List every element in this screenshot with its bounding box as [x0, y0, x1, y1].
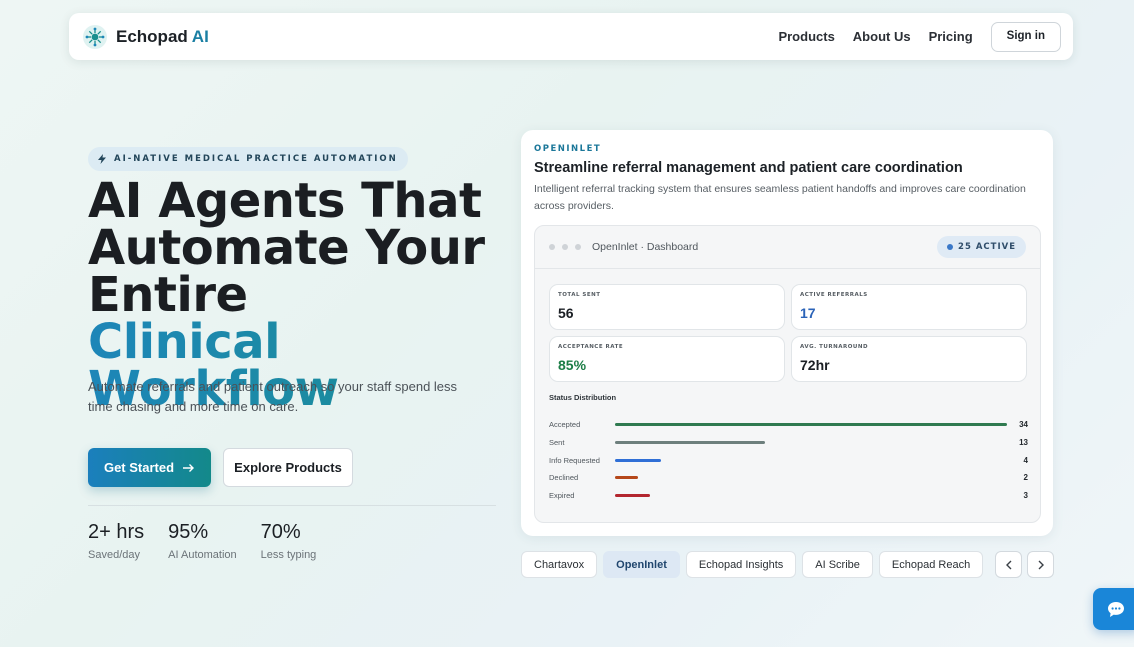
product-card: OPENINLET Streamline referral management… — [521, 130, 1053, 536]
tab-echopad-reach[interactable]: Echopad Reach — [878, 551, 984, 578]
hero-title-line-2: Automate Your — [88, 220, 485, 276]
logo-icon — [83, 24, 107, 49]
status-count: 13 — [1019, 438, 1028, 448]
product-description: Intelligent referral tracking system tha… — [534, 183, 1026, 212]
status-track — [615, 492, 1007, 500]
window-dot — [562, 244, 568, 250]
metric-label: ACCEPTANCE RATE — [558, 344, 624, 350]
dashboard-preview: OpenInlet · Dashboard 25 ACTIVE TOTAL SE… — [534, 225, 1041, 523]
status-label: Accepted — [549, 420, 581, 430]
status-track — [615, 474, 1007, 482]
top-navbar: Echopad AI Products About Us Pricing Sign… — [69, 13, 1073, 60]
metric-card: AVG. TURNAROUND 72hr — [791, 336, 1027, 382]
status-track — [615, 439, 1007, 447]
nav-link-pricing[interactable]: Pricing — [929, 29, 973, 44]
dashboard-header: OpenInlet · Dashboard 25 ACTIVE — [535, 226, 1040, 269]
status-row: Declined 2 — [549, 469, 1028, 487]
metric-value: 85% — [558, 357, 587, 373]
get-started-label: Get Started — [103, 460, 175, 475]
carousel-next-button[interactable] — [1027, 551, 1054, 578]
stat-value: 70% — [260, 521, 301, 543]
status-track — [615, 456, 1007, 464]
metric-label: AVG. TURNAROUND — [800, 344, 869, 350]
status-track — [615, 421, 1007, 429]
hero-title-line-1: AI Agents That — [88, 173, 482, 229]
nav-link-about-us[interactable]: About Us — [853, 29, 911, 44]
status-distribution-title: Status Distribution — [549, 393, 617, 402]
lightning-icon — [98, 154, 106, 164]
status-label: Declined — [549, 473, 579, 483]
hero-divider — [88, 505, 496, 506]
brand-logo[interactable]: Echopad AI — [83, 24, 209, 49]
tab-chartavox[interactable]: Chartavox — [521, 551, 598, 578]
metric-card: TOTAL SENT 56 — [549, 284, 785, 330]
metric-card: ACTIVE REFERRALS 17 — [791, 284, 1027, 330]
status-bar — [615, 494, 650, 498]
metric-label: TOTAL SENT — [558, 292, 601, 298]
status-row: Accepted 34 — [549, 416, 1028, 434]
status-bar — [615, 441, 765, 445]
stat-value: 2+ hrs — [88, 521, 145, 543]
metric-value: 17 — [800, 305, 816, 321]
nav-links: Products About Us Pricing Sign in — [778, 21, 1061, 52]
carousel-arrows — [995, 551, 1054, 578]
active-badge: 25 ACTIVE — [937, 236, 1026, 258]
status-bar — [615, 458, 662, 462]
status-bar — [615, 476, 639, 480]
nav-link-products[interactable]: Products — [778, 29, 834, 44]
status-dot-icon — [947, 244, 954, 250]
window-dot — [549, 244, 555, 250]
window-dot — [575, 244, 581, 250]
status-distribution-list: Accepted 34 Sent 13 Info Requested 4 Declined 2… — [549, 416, 1028, 504]
status-label: Expired — [549, 491, 575, 501]
status-count: 2 — [1023, 473, 1028, 483]
metric-value: 72hr — [800, 357, 830, 373]
status-count: 3 — [1023, 491, 1028, 501]
stat-label: AI Automation — [168, 549, 237, 561]
chat-button[interactable] — [1093, 588, 1134, 630]
chat-bubble-icon — [1108, 601, 1124, 617]
arrow-right-icon — [183, 463, 195, 472]
explore-products-button[interactable]: Explore Products — [223, 448, 353, 487]
stat-label: Less typing — [260, 549, 317, 561]
brand-accent: AI — [191, 26, 209, 46]
brand-name: Echopad AI — [116, 27, 209, 47]
hero-badge: AI-NATIVE MEDICAL PRACTICE AUTOMATION — [88, 147, 408, 171]
status-count: 34 — [1019, 420, 1028, 430]
metric-label: ACTIVE REFERRALS — [800, 292, 868, 298]
metric-value: 56 — [558, 305, 574, 321]
tab-echopad-insights[interactable]: Echopad Insights — [685, 551, 797, 578]
stat-item: 70% Less typing — [261, 521, 317, 561]
status-row: Info Requested 4 — [549, 451, 1028, 469]
status-row: Expired 3 — [549, 487, 1028, 505]
stat-item: 2+ hrs Saved/day — [88, 521, 144, 561]
carousel-prev-button[interactable] — [995, 551, 1022, 578]
product-tag: OPENINLET — [534, 144, 602, 154]
status-row: Sent 13 — [549, 434, 1028, 452]
metric-card: ACCEPTANCE RATE 85% — [549, 336, 785, 382]
hero-badge-text: AI-NATIVE MEDICAL PRACTICE AUTOMATION — [114, 154, 398, 164]
status-bar — [615, 423, 1007, 427]
brand-text: Echopad — [116, 26, 188, 46]
hero-subtitle: Automate referrals and patient outreach … — [88, 379, 458, 414]
tab-openinlet[interactable]: OpenInlet — [603, 551, 680, 578]
stat-label: Saved/day — [88, 549, 140, 561]
status-count: 4 — [1023, 455, 1028, 465]
stat-value: 95% — [168, 521, 209, 543]
tab-ai-scribe[interactable]: AI Scribe — [802, 551, 873, 578]
active-badge-text: 25 ACTIVE — [958, 242, 1016, 252]
dashboard-title: OpenInlet · Dashboard — [592, 241, 699, 253]
get-started-button[interactable]: Get Started — [88, 448, 211, 487]
sign-in-button[interactable]: Sign in — [990, 21, 1061, 52]
chevron-left-icon — [1005, 560, 1011, 569]
product-title: Streamline referral management and patie… — [534, 160, 963, 176]
stat-item: 95% AI Automation — [168, 521, 237, 561]
metrics-grid: TOTAL SENT 56 ACTIVE REFERRALS 17 ACCEPT… — [549, 284, 1027, 382]
status-label: Info Requested — [549, 455, 600, 465]
status-label: Sent — [549, 438, 565, 448]
product-tabs: Chartavox OpenInlet Echopad Insights AI Scr… — [521, 551, 984, 578]
chevron-right-icon — [1038, 560, 1044, 569]
hero-stats: 2+ hrs Saved/day 95% AI Automation 70% L… — [88, 521, 316, 561]
hero-title-line-3: Entire — [88, 267, 248, 323]
